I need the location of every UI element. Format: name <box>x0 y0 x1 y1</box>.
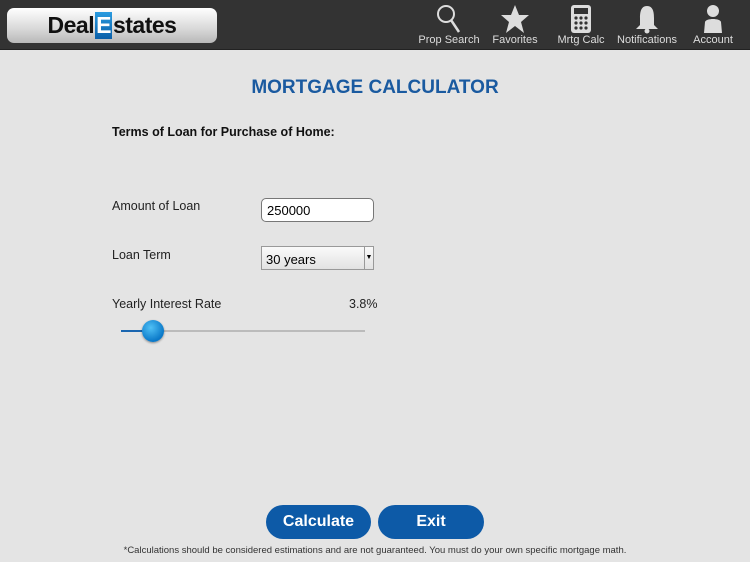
search-icon <box>436 4 462 34</box>
person-icon <box>701 4 725 34</box>
nav-account[interactable]: Account <box>678 4 748 46</box>
rate-label: Yearly Interest Rate <box>112 297 222 311</box>
nav-label: Mrtg Calc <box>557 34 605 46</box>
nav-favorites[interactable]: Favorites <box>480 4 550 46</box>
amount-input[interactable] <box>261 198 374 222</box>
term-select[interactable]: 30 years ▼ <box>261 246 374 270</box>
nav-label: Prop Search <box>418 34 480 46</box>
page-title: MORTGAGE CALCULATOR <box>251 77 499 98</box>
section-heading: Terms of Loan for Purchase of Home: <box>112 125 335 139</box>
dropdown-arrow-icon: ▼ <box>364 247 373 269</box>
logo-text-2: states <box>112 12 177 38</box>
nav-label: Notifications <box>617 34 677 46</box>
disclaimer: *Calculations should be considered estim… <box>123 545 627 556</box>
term-value: 30 years <box>266 252 316 267</box>
nav-label: Account <box>693 34 733 46</box>
logo[interactable]: Deal Estates <box>7 8 217 43</box>
bell-icon <box>634 4 660 34</box>
slider-thumb[interactable] <box>141 320 164 342</box>
nav-notifications[interactable]: Notifications <box>612 4 682 46</box>
exit-button[interactable]: Exit <box>378 505 484 539</box>
star-icon <box>500 4 530 34</box>
term-label: Loan Term <box>112 248 171 262</box>
nav-mrtg-calc[interactable]: Mrtg Calc <box>546 4 616 46</box>
nav-label: Favorites <box>492 34 538 46</box>
amount-label: Amount of Loan <box>112 199 201 213</box>
calculator-icon <box>570 4 592 34</box>
top-bar: Deal Estates Prop Search Favorites Mrtg C… <box>0 0 750 50</box>
rate-slider[interactable] <box>121 320 365 342</box>
rate-value: 3.8% <box>349 297 378 311</box>
logo-e: E <box>95 12 112 39</box>
calculate-button[interactable]: Calculate <box>266 505 371 539</box>
logo-text: Deal <box>47 12 95 38</box>
nav-prop-search[interactable]: Prop Search <box>414 4 484 46</box>
